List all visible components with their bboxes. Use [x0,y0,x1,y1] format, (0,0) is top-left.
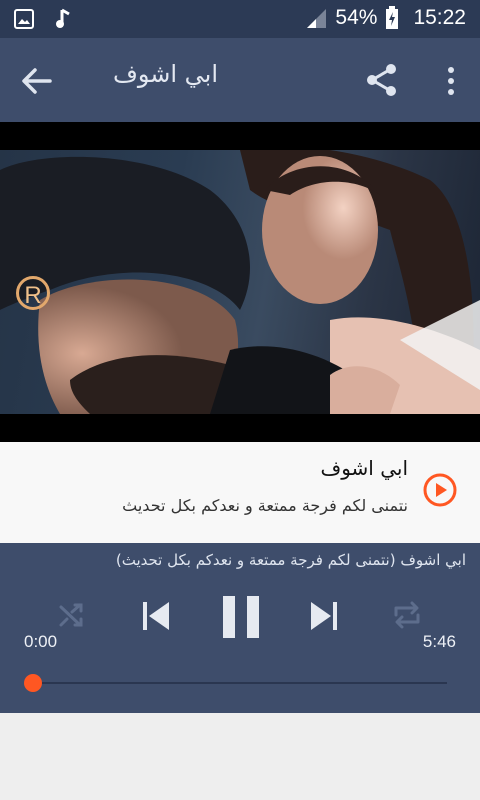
share-icon[interactable] [364,62,400,98]
video-frame [0,150,480,414]
page-title: ابي اشوف [112,60,218,88]
signal-icon [307,9,327,28]
image-icon [14,9,34,29]
back-arrow-icon[interactable] [20,64,54,98]
track-card[interactable]: ابي اشوف نتمنى لكم فرجة ممتعة و نعدكم بك… [0,442,480,543]
battery-percent: 54% [335,6,378,29]
track-subtitle: نتمنى لكم فرجة ممتعة و نعدكم بكل تحديث [122,496,408,515]
more-vert-icon[interactable] [446,66,456,96]
empty-area [0,713,480,800]
pause-icon[interactable] [222,595,260,639]
repeat-icon[interactable] [392,601,422,629]
seek-handle[interactable] [24,674,42,692]
channel-logo: R [16,276,50,310]
current-time: 0:00 [24,632,58,651]
skip-previous-icon[interactable] [141,600,171,632]
seek-bar[interactable] [24,674,447,692]
music-player: ابي اشوف (نتمنى لكم فرجة ممتعة و نعدكم ب… [0,543,480,713]
clock: 15:22 [413,6,466,29]
duration: 5:46 [422,632,456,651]
status-bar: 54% 15:22 [0,0,480,38]
shuffle-icon[interactable] [58,601,86,629]
music-note-icon [56,8,70,28]
video-player[interactable]: R [0,122,480,442]
battery-icon [386,6,399,29]
skip-next-icon[interactable] [309,600,339,632]
track-title: ابي اشوف [320,456,408,480]
video-thumbnail [0,150,480,414]
play-circle-icon[interactable] [422,472,458,508]
app-bar: ابي اشوف [0,38,480,122]
now-playing-text: ابي اشوف (نتمنى لكم فرجة ممتعة و نعدكم ب… [115,551,466,569]
